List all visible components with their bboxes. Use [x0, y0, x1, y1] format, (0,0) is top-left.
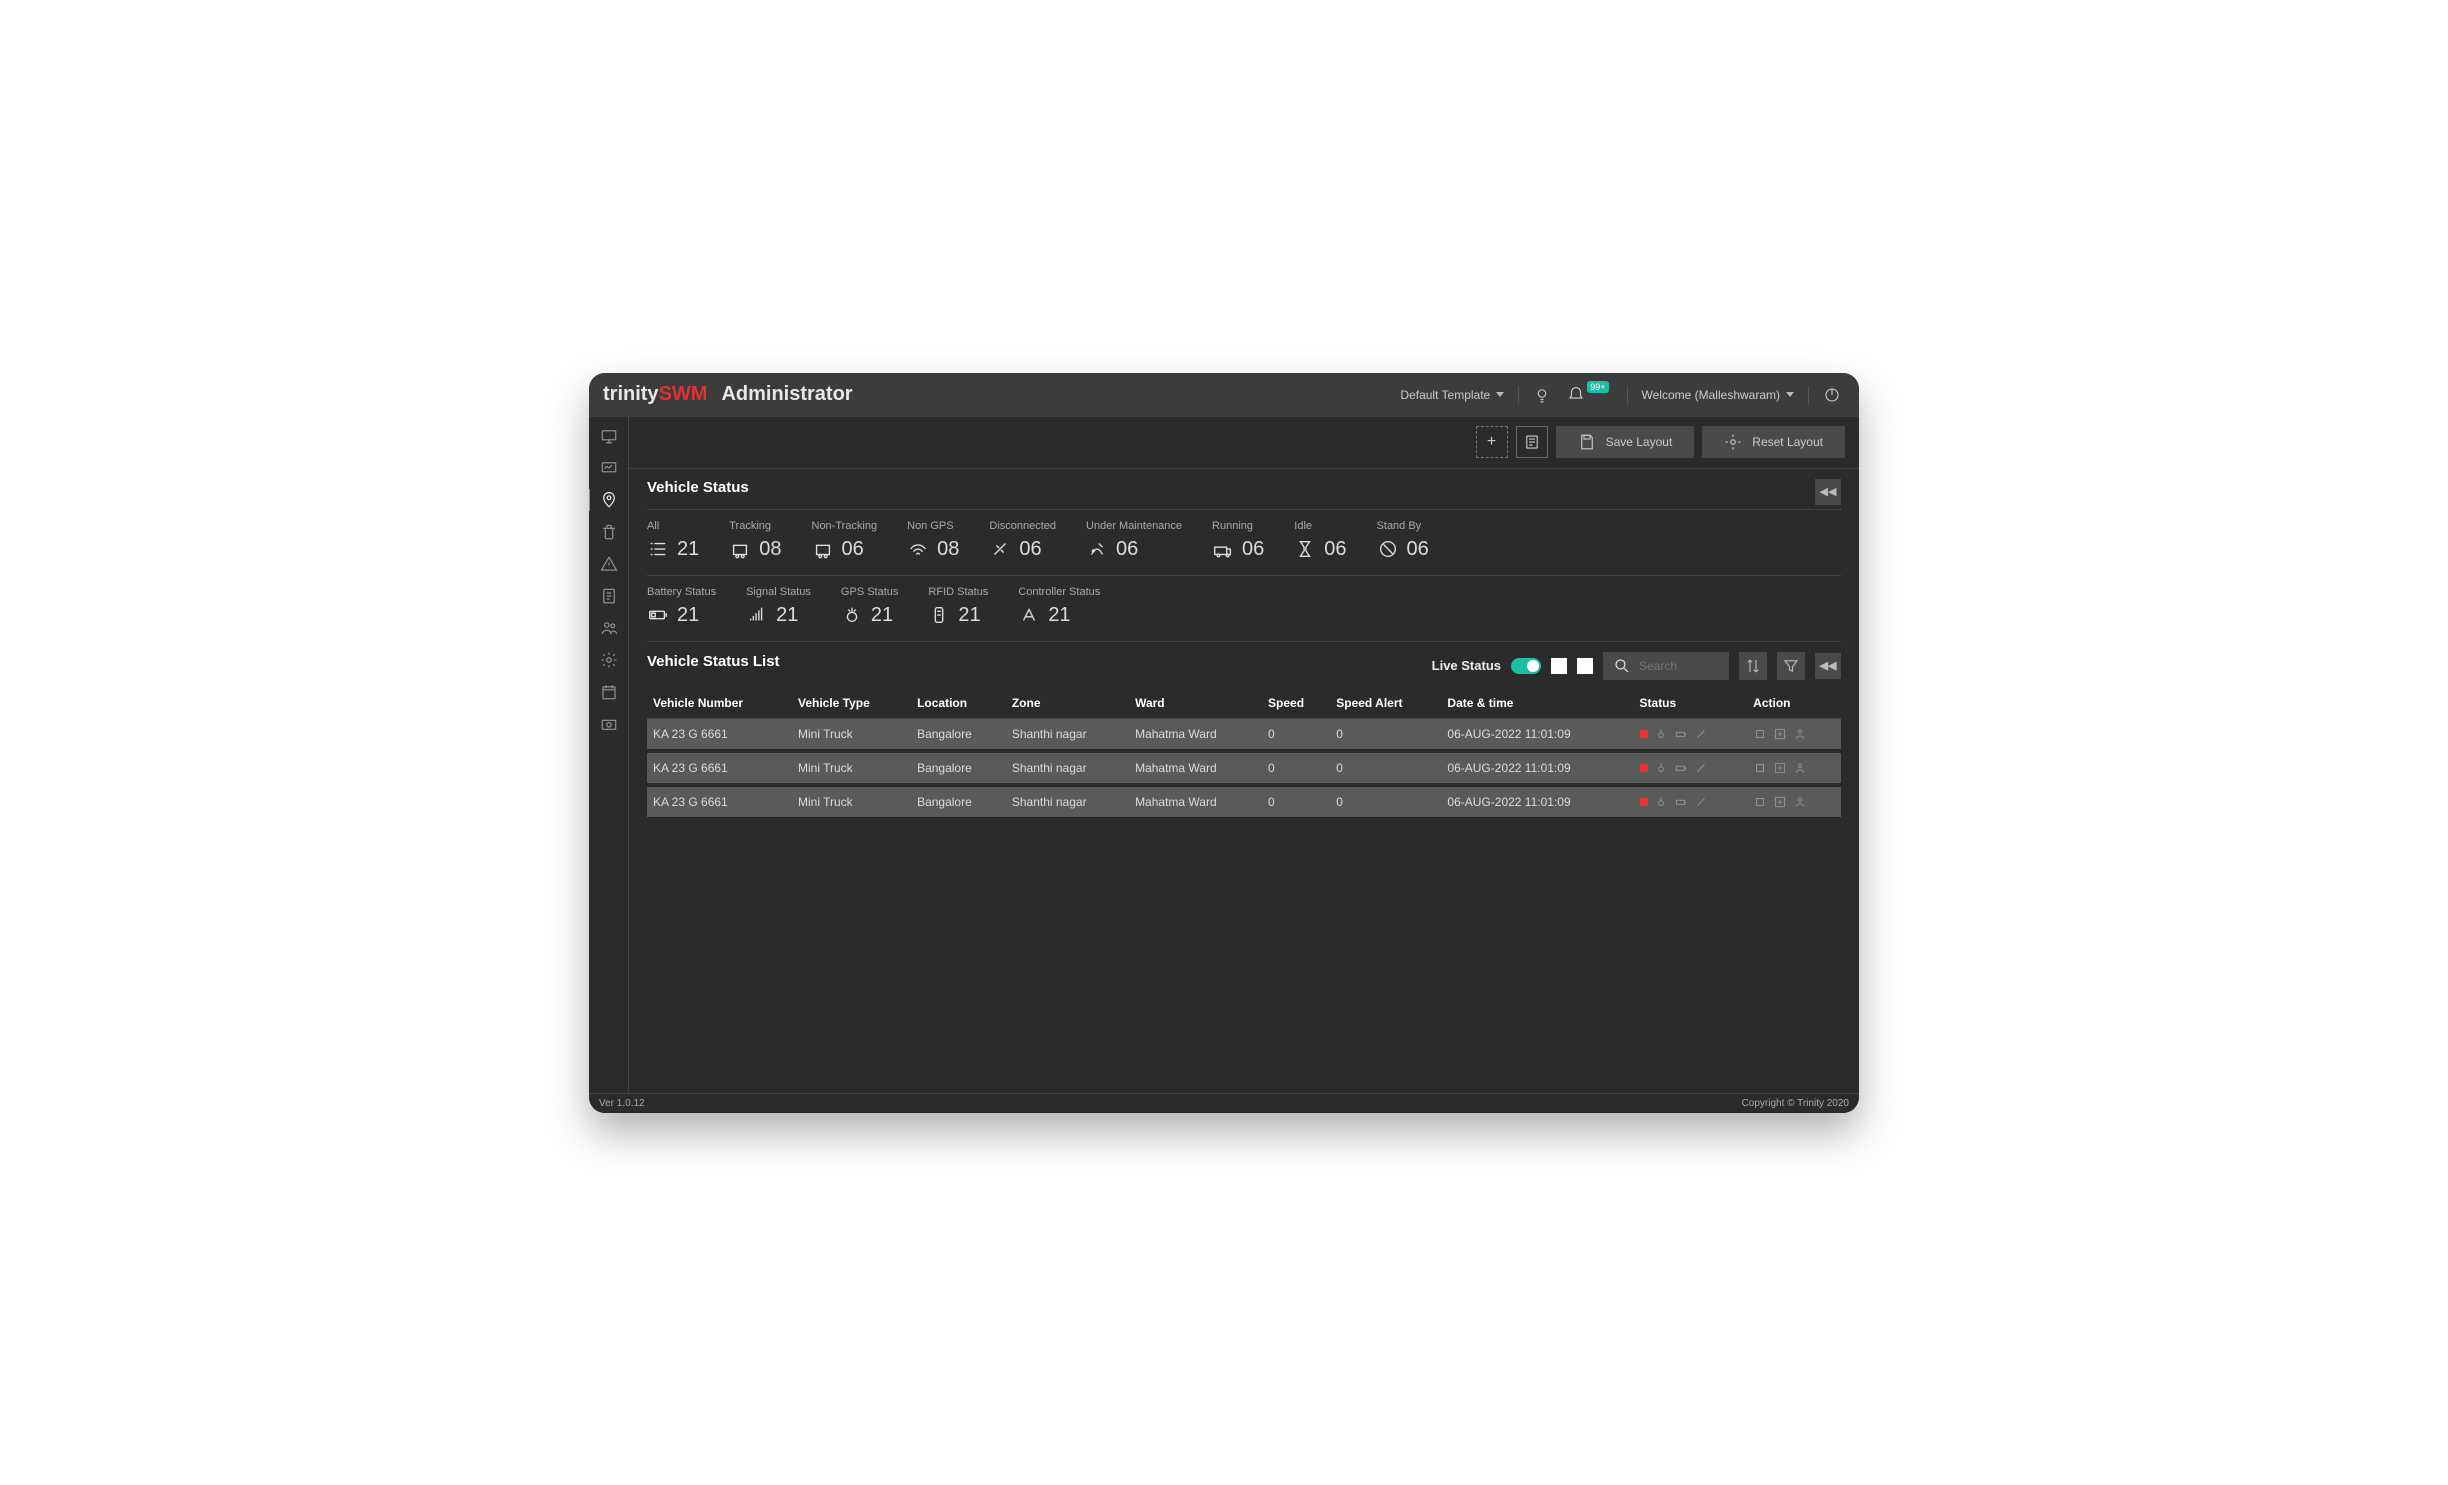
copyright-label: Copyright © Trinity 2020	[1742, 1098, 1849, 1109]
stat-rfid-status[interactable]: RFID Status21	[928, 586, 988, 627]
app-window: trinitySWM Administrator Default Templat…	[589, 373, 1859, 1113]
stat-non-tracking[interactable]: Non-Tracking06	[812, 520, 878, 561]
battery-icon	[1674, 727, 1688, 741]
user-dropdown[interactable]: Welcome (Malleshwaram)	[1642, 388, 1794, 402]
stat-non-gps[interactable]: Non GPS08	[907, 520, 959, 561]
vehicle-table: Vehicle NumberVehicle TypeLocationZoneWa…	[647, 688, 1841, 821]
status-dot-icon	[1640, 730, 1648, 738]
main-content: + Save Layout Reset Layout Vehicle Statu…	[629, 417, 1859, 1093]
stat-idle[interactable]: Idle06	[1294, 520, 1346, 561]
list-header: Vehicle Status List Live Status ◀◀	[647, 652, 1841, 680]
page-role: Administrator	[721, 383, 852, 406]
stat-battery-status[interactable]: Battery Status21	[647, 586, 716, 627]
vehicle-status-section: Vehicle Status ◀◀ All21 Tracking08 Non-Tra…	[629, 469, 1859, 831]
satellite-icon	[1654, 761, 1668, 775]
sidebar-calendar-icon[interactable]	[598, 681, 620, 703]
stop-icon[interactable]	[1753, 727, 1767, 741]
save-layout-button[interactable]: Save Layout	[1556, 426, 1695, 458]
table-row[interactable]: KA 23 G 6661Mini TruckBangaloreShanthi n…	[647, 751, 1841, 785]
bulb-icon[interactable]	[1533, 386, 1551, 404]
status-dot-icon	[1640, 798, 1648, 806]
link-icon	[1694, 727, 1708, 741]
stat-stand-by[interactable]: Stand By06	[1377, 520, 1429, 561]
power-icon[interactable]	[1823, 386, 1841, 404]
stat-signal-status[interactable]: Signal Status21	[746, 586, 811, 627]
stop-icon[interactable]	[1753, 761, 1767, 775]
chevron-down-icon	[1496, 392, 1504, 397]
stat-all[interactable]: All21	[647, 520, 699, 561]
add-icon[interactable]	[1773, 761, 1787, 775]
sidebar-camera-icon[interactable]	[598, 713, 620, 735]
chevron-down-icon	[1786, 392, 1794, 397]
col-location[interactable]: Location	[911, 688, 1006, 719]
battery-icon	[1674, 795, 1688, 809]
stop-icon[interactable]	[1753, 795, 1767, 809]
satellite-icon	[1654, 727, 1668, 741]
user-icon[interactable]	[1793, 795, 1807, 809]
sidebar-users-icon[interactable]	[598, 617, 620, 639]
stat-disconnected[interactable]: Disconnected06	[989, 520, 1056, 561]
col-ward[interactable]: Ward	[1129, 688, 1262, 719]
notification-badge: 99+	[1587, 381, 1608, 393]
checkbox-2[interactable]	[1577, 658, 1593, 674]
satellite-icon	[1654, 795, 1668, 809]
col-vehicle-number[interactable]: Vehicle Number	[647, 688, 792, 719]
sidebar-report-icon[interactable]	[598, 585, 620, 607]
collapse-button[interactable]: ◀◀	[1815, 479, 1841, 505]
col-vehicle-type[interactable]: Vehicle Type	[792, 688, 911, 719]
layout-toolbar: + Save Layout Reset Layout	[629, 417, 1859, 469]
vehicle-status-title: Vehicle Status	[647, 479, 749, 496]
col-date-time[interactable]: Date & time	[1441, 688, 1633, 719]
live-status-toggle[interactable]	[1511, 658, 1541, 674]
sidebar-analytics-icon[interactable]	[598, 457, 620, 479]
reset-layout-button[interactable]: Reset Layout	[1702, 426, 1845, 458]
add-icon[interactable]	[1773, 795, 1787, 809]
stat-running[interactable]: Running06	[1212, 520, 1264, 561]
collapse-list-button[interactable]: ◀◀	[1815, 653, 1841, 679]
list-title: Vehicle Status List	[647, 653, 780, 670]
topbar: trinitySWM Administrator Default Templat…	[589, 373, 1859, 417]
col-speed-alert[interactable]: Speed Alert	[1330, 688, 1441, 719]
status-dot-icon	[1640, 764, 1648, 772]
col-speed[interactable]: Speed	[1262, 688, 1330, 719]
checkbox-1[interactable]	[1551, 658, 1567, 674]
filter-button[interactable]	[1777, 652, 1805, 680]
stat-under-maintenance[interactable]: Under Maintenance06	[1086, 520, 1182, 561]
sidebar	[589, 417, 629, 1093]
col-action[interactable]: Action	[1747, 688, 1841, 719]
live-status-label: Live Status	[1432, 658, 1501, 673]
sort-button[interactable]	[1739, 652, 1767, 680]
footer: Ver 1.0.12 Copyright © Trinity 2020	[589, 1093, 1859, 1113]
sidebar-location-icon[interactable]	[589, 489, 627, 511]
stat-controller-status[interactable]: Controller Status21	[1018, 586, 1100, 627]
logo: trinitySWM	[603, 383, 707, 406]
table-row[interactable]: KA 23 G 6661Mini TruckBangaloreShanthi n…	[647, 785, 1841, 819]
link-icon	[1694, 761, 1708, 775]
search-input[interactable]	[1639, 659, 1719, 673]
user-icon[interactable]	[1793, 727, 1807, 741]
add-widget-button[interactable]: +	[1476, 426, 1508, 458]
table-row[interactable]: KA 23 G 6661Mini TruckBangaloreShanthi n…	[647, 718, 1841, 751]
add-icon[interactable]	[1773, 727, 1787, 741]
bell-icon[interactable]: 99+	[1567, 386, 1612, 404]
version-label: Ver 1.0.12	[599, 1098, 645, 1109]
stat-gps-status[interactable]: GPS Status21	[841, 586, 898, 627]
col-zone[interactable]: Zone	[1006, 688, 1129, 719]
list-widget-button[interactable]	[1516, 426, 1548, 458]
template-dropdown[interactable]: Default Template	[1400, 388, 1504, 402]
sidebar-alert-icon[interactable]	[598, 553, 620, 575]
user-icon[interactable]	[1793, 761, 1807, 775]
link-icon	[1694, 795, 1708, 809]
sidebar-gear-icon[interactable]	[598, 649, 620, 671]
sidebar-trash-icon[interactable]	[598, 521, 620, 543]
search-box[interactable]	[1603, 652, 1729, 680]
battery-icon	[1674, 761, 1688, 775]
col-status[interactable]: Status	[1634, 688, 1748, 719]
stat-tracking[interactable]: Tracking08	[729, 520, 781, 561]
sidebar-dashboard-icon[interactable]	[598, 425, 620, 447]
